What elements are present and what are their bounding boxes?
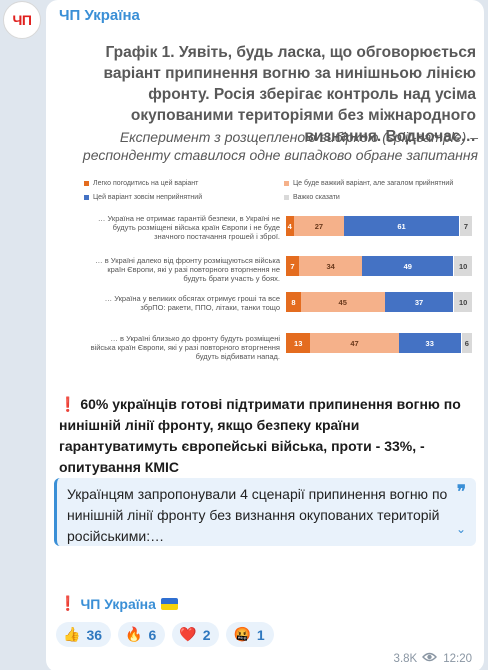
stacked-bar-chart: … Україна не отримає гарантій безпеки, в… — [62, 42, 480, 372]
signature: ❗ ЧП Україна — [59, 595, 178, 612]
channel-avatar[interactable]: ЧП — [3, 1, 41, 39]
data-label: 37 — [414, 297, 424, 307]
data-label: 61 — [397, 221, 406, 231]
reaction-fire[interactable]: 🔥 6 — [118, 622, 166, 647]
thumbs-up-icon: 👍 — [63, 626, 81, 642]
bar-segment: 37 — [384, 292, 454, 312]
bar-segment: 6 — [460, 333, 472, 353]
bar-segment: 61 — [344, 216, 459, 236]
avatar-text: ЧП — [12, 12, 32, 28]
channel-name[interactable]: ЧП Україна — [59, 7, 140, 24]
data-label: 47 — [350, 338, 359, 348]
ukraine-flag-icon — [160, 597, 178, 610]
bar-segment: 7 — [286, 256, 300, 276]
reaction-count: 1 — [256, 626, 265, 643]
data-label: 7 — [463, 221, 468, 231]
fire-icon: 🔥 — [125, 626, 143, 642]
data-label: 13 — [294, 338, 303, 348]
quote-icon: ❞ — [456, 482, 466, 501]
reactions-bar: 👍 36 🔥 6 ❤️ 2 🤬 1 — [56, 622, 274, 647]
eye-icon — [422, 652, 438, 665]
exclamation-icon: ❗ — [59, 595, 77, 611]
reaction-count: 36 — [86, 626, 103, 643]
reaction-count: 6 — [148, 626, 157, 643]
bar-segment: 34 — [299, 256, 363, 276]
data-label: 6 — [464, 338, 469, 348]
bar-segment: 10 — [453, 256, 472, 276]
signature-link[interactable]: ЧП Україна — [80, 596, 156, 612]
data-label: 10 — [459, 261, 468, 271]
data-label: 45 — [338, 297, 347, 307]
message-bubble: ЧП Україна Графік 1. Уявіть, будь ласка,… — [46, 0, 484, 670]
reaction-count: 2 — [202, 626, 211, 643]
category-label: … в Україні близько до фронту будуть роз… — [90, 334, 280, 361]
post-body: 60% українців готові підтримати припинен… — [59, 396, 461, 475]
reaction-heart[interactable]: ❤️ 2 — [172, 622, 220, 647]
data-label: 27 — [314, 221, 324, 231]
data-label: 7 — [290, 261, 295, 271]
message-time: 12:20 — [443, 652, 472, 665]
bar-segment: 10 — [453, 292, 472, 312]
data-label: 8 — [291, 297, 296, 307]
bar-segment: 7 — [458, 216, 472, 236]
exclamation-icon: ❗ — [59, 396, 77, 412]
category-label: … в Україні далеко від фронту розміщують… — [95, 256, 280, 283]
bar-segment: 4 — [286, 216, 294, 236]
bar-segment: 13 — [286, 333, 311, 353]
bar-segment: 33 — [398, 333, 461, 353]
heart-icon: ❤️ — [179, 626, 197, 642]
category-label: … Україна не отримає гарантій безпеки, в… — [97, 214, 280, 241]
post-text: ❗ 60% українців готові підтримати припин… — [59, 394, 475, 478]
quote-block[interactable]: Українцям запропонували 4 сценарії припи… — [54, 478, 476, 546]
bar-segment: 45 — [300, 292, 385, 312]
bar-segment: 47 — [310, 333, 399, 353]
bar-segment: 8 — [286, 292, 301, 312]
data-label: 49 — [403, 261, 412, 271]
bar-segment: 27 — [293, 216, 345, 236]
view-count: 3.8K — [393, 652, 418, 665]
category-label: … Україна у великих обсягах отримує грош… — [104, 294, 280, 312]
message-meta: 3.8K 12:20 — [394, 652, 472, 665]
reaction-angry[interactable]: 🤬 1 — [226, 622, 274, 647]
data-label: 10 — [459, 297, 468, 307]
chevron-down-icon[interactable]: ⌄ — [456, 522, 466, 536]
data-label: 34 — [326, 261, 335, 271]
quote-text: Українцям запропонували 4 сценарії припи… — [67, 486, 448, 544]
post-image[interactable]: Графік 1. Уявіть, будь ласка, що обговор… — [62, 42, 480, 372]
angry-face-icon: 🤬 — [233, 626, 251, 642]
bar-segment: 49 — [362, 256, 454, 276]
data-label: 4 — [287, 221, 292, 231]
reaction-thumbs-up[interactable]: 👍 36 — [56, 622, 112, 647]
data-label: 33 — [425, 338, 434, 348]
